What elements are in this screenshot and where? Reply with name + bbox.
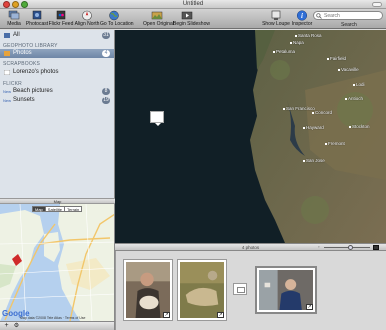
gear-icon[interactable]: ⚙ xyxy=(12,323,21,329)
begin-slideshow-button[interactable]: Begin Slideshow xyxy=(173,10,210,27)
satellite-map[interactable]: Petaluma Napa Fairfield Vacaville Santa … xyxy=(115,30,386,243)
tab-map[interactable]: Map xyxy=(33,207,46,212)
sidebar-item-photos[interactable]: Photos 4 xyxy=(0,49,114,58)
edit-badge: ↗ xyxy=(217,312,224,318)
globe-icon xyxy=(109,10,119,21)
slider-knob[interactable] xyxy=(348,245,353,250)
search-field[interactable] xyxy=(313,11,383,20)
search-input[interactable] xyxy=(324,12,379,20)
tab-satellite[interactable]: Satellite xyxy=(46,207,66,212)
small-size-icon: ▫ xyxy=(318,244,320,249)
photo-woman-with-dog xyxy=(126,262,170,318)
loupe-icon xyxy=(271,10,281,20)
place-label: Vacaville xyxy=(338,67,359,72)
media-icon xyxy=(8,10,20,20)
place-label: San Jose xyxy=(303,158,325,163)
mini-map[interactable]: Map Satellite Terrain Google Map data ©2… xyxy=(0,204,115,321)
sidebar-bottom-bar: + ⚙ xyxy=(0,321,115,330)
fit-to-window-button[interactable] xyxy=(373,245,379,250)
photo-browser: ↗ ↗ ↗ xyxy=(115,251,386,330)
place-label: Santa Rosa xyxy=(295,33,322,38)
all-photos-icon xyxy=(4,33,10,38)
photo-dog-on-grass xyxy=(180,262,224,318)
inspector-button[interactable]: i Inspector xyxy=(288,10,316,27)
sidebar-item-all[interactable]: All 31 xyxy=(0,31,114,40)
show-loupe-button[interactable]: Show Loupe xyxy=(262,10,290,27)
count-badge: 8 xyxy=(102,88,110,95)
align-north-button[interactable]: Align North xyxy=(73,10,101,27)
sidebar-item-sunsets[interactable]: New Sunsets 19 xyxy=(0,96,114,105)
photo-thumbnail[interactable]: ↗ xyxy=(177,259,227,321)
satellite-terrain xyxy=(250,30,386,243)
photos-icon xyxy=(4,51,10,56)
sidebar: All 31 GEOPHOTO LIBRARY Photos 4 SCRAPBO… xyxy=(0,30,115,198)
sidebar-item-lorenzos-photos[interactable]: Lorenzo's photos xyxy=(0,68,114,77)
photo-thumbnail[interactable]: ↗ xyxy=(255,266,317,314)
place-label: San Francisco xyxy=(283,106,315,111)
photo-placeholder[interactable] xyxy=(233,283,247,295)
map-copyright: Map data ©2008 Tele Atlas · Terms of Use xyxy=(20,316,86,320)
open-original-button[interactable]: Open Original xyxy=(143,10,174,27)
scrapbook-icon xyxy=(4,70,10,75)
title-bar: Untitled xyxy=(0,0,386,9)
new-badge: New xyxy=(3,89,12,94)
search-label: Search xyxy=(341,22,357,28)
place-label: Antioch xyxy=(345,96,363,101)
count-badge: 31 xyxy=(102,32,110,39)
sidebar-item-beach-pictures[interactable]: New Beach pictures 8 xyxy=(0,87,114,96)
place-label: Stockton xyxy=(349,124,370,129)
count-badge: 19 xyxy=(102,97,110,104)
go-to-location-button[interactable]: Go To Location xyxy=(100,10,134,27)
map-type-selector: Map Satellite Terrain xyxy=(32,206,83,212)
flickr-feed-button[interactable]: Flickr Feed xyxy=(47,10,75,27)
place-label: Hayward xyxy=(303,125,324,130)
street-map xyxy=(0,204,114,321)
search-icon xyxy=(316,13,322,19)
place-label: Lodi xyxy=(353,82,365,87)
add-button[interactable]: + xyxy=(2,322,11,329)
thumbnail-size-slider[interactable]: ▫ xyxy=(318,244,374,250)
flickr-feed-icon xyxy=(56,10,66,20)
toolbar-toggle-button[interactable] xyxy=(372,2,382,7)
edit-badge: ↗ xyxy=(306,304,313,310)
photocast-icon xyxy=(32,10,42,20)
svg-text:i: i xyxy=(301,12,303,20)
slideshow-icon xyxy=(181,11,193,20)
info-icon: i xyxy=(296,10,308,21)
place-label: Fairfield xyxy=(327,56,346,61)
tab-terrain[interactable]: Terrain xyxy=(65,207,81,212)
photo-man-portrait xyxy=(259,270,313,310)
new-badge: New xyxy=(3,98,12,103)
place-label: Fremont xyxy=(325,141,345,146)
edit-badge: ↗ xyxy=(163,312,170,318)
window-title: Untitled xyxy=(182,1,204,7)
place-label: Concord xyxy=(312,110,332,115)
open-original-icon xyxy=(151,11,163,20)
place-label: Petaluma xyxy=(273,49,295,54)
section-header-scrapbooks: SCRAPBOOKS xyxy=(3,61,41,67)
toolbar: Media Photocast Flickr Feed Align North … xyxy=(0,9,386,29)
photo-thumbnail[interactable]: ↗ xyxy=(123,259,173,321)
place-label: Napa xyxy=(290,40,304,45)
photo-pin-marker[interactable] xyxy=(150,111,164,126)
compass-icon xyxy=(82,10,92,21)
count-badge: 4 xyxy=(102,50,110,57)
